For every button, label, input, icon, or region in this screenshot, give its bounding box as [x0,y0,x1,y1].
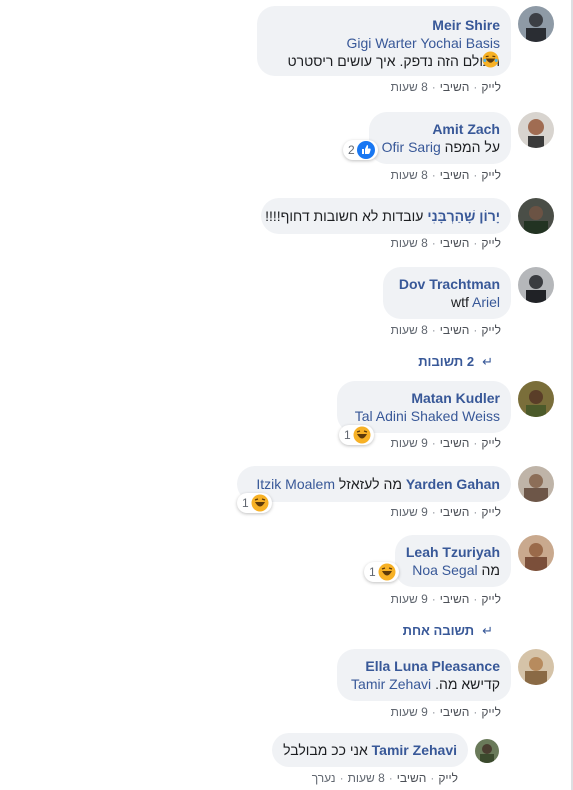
comment-time[interactable]: 8 שעות [391,323,428,337]
laugh-emoji-icon [482,51,499,68]
reply-link[interactable]: השיבי [440,168,470,182]
comment-bubble: Leah Tzuriyah מה Noa Segal [395,535,511,587]
comment-text: על המפה [444,139,500,155]
like-link[interactable]: לייק [481,80,501,94]
comment-meta: לייק·השיבי·8 שעות [390,80,501,94]
tagged-users[interactable]: Tal Adini Shaked Weiss [348,407,500,425]
view-replies-link[interactable]: ↵תשובה אחת [403,623,493,639]
avatar[interactable] [518,466,554,502]
comment-time[interactable]: 8 שעות [391,80,428,94]
comment-meta: לייק·השיבי·9 שעות [390,505,501,519]
reply-link[interactable]: השיבי [440,592,470,606]
tagged-user[interactable]: Noa Segal [412,562,477,578]
comment-bubble: Amit Zach על המפה Ofir Sarig [369,112,511,164]
reaction-count: 2 [348,143,355,157]
reply-link[interactable]: השיבי [440,236,470,250]
comment-time[interactable]: 9 שעות [391,592,428,606]
comment-bubble: Ella Luna Pleasance קדישא מה. Tamir Zeha… [337,649,511,701]
comment-text: מה לעזאזל [338,476,402,492]
like-link[interactable]: לייק [481,592,501,606]
view-replies-link[interactable]: ↵2 תשובות [418,354,493,370]
comment-bubble: Dov Trachtman wtf Ariel [383,267,511,319]
like-link[interactable]: לייק [438,771,458,785]
avatar[interactable] [518,381,554,417]
haha-icon [353,426,371,444]
comment-author[interactable]: Leah Tzuriyah [406,543,500,561]
avatar[interactable] [518,649,554,685]
reply-link[interactable]: השיבי [440,80,470,94]
comment-bubble: יָרוֹן שָׁהַרְבָּנִי עובדות לא חשובות דח… [261,198,511,234]
like-link[interactable]: לייק [481,323,501,337]
reply-link[interactable]: השיבי [397,771,427,785]
comment-time[interactable]: 8 שעות [391,236,428,250]
comment-meta: לייק·השיבי·8 שעות [390,323,501,337]
reply-link[interactable]: השיבי [440,505,470,519]
comment-bubble: Tamir Zehavi אני ככ מבולבל [272,733,468,767]
like-link[interactable]: לייק [481,168,501,182]
reaction-count: 1 [242,496,249,510]
comment-meta: לייק·השיבי·9 שעות [390,436,501,450]
tagged-user[interactable]: Ofir Sarig [382,139,441,155]
haha-icon [251,494,269,512]
comment-meta: לייק·השיבי·8 שעות·נערך [311,771,458,785]
reaction-count: 1 [369,565,376,579]
comment-text: העולם הזה נדפק. איך עושים ריסטרט [287,53,500,69]
comment-text: wtf [450,294,469,310]
reaction-summary[interactable]: 1 [237,493,272,513]
comment-meta: לייק·השיבי·8 שעות [390,168,501,182]
like-icon [356,141,375,159]
comment-bubble: Yarden Gahan מה לעזאזל Itzik Moalem [237,466,511,502]
reply-link[interactable]: השיבי [440,705,470,719]
comment-time[interactable]: 9 שעות [391,436,428,450]
comment-author[interactable]: Amit Zach [380,120,500,138]
comment-author[interactable]: Yarden Gahan [406,476,500,492]
edited-label[interactable]: נערך [312,771,336,785]
haha-icon [378,563,396,581]
reaction-summary[interactable]: 1 [339,425,374,445]
like-link[interactable]: לייק [481,505,501,519]
comment-author[interactable]: Meir Shire [268,16,500,34]
comment-text: אני ככ מבולבל [283,742,368,758]
comment-bubble: Meir Shire Gigi Warter Yochai Basis העול… [257,6,511,76]
reaction-summary[interactable]: 1 [364,562,399,582]
avatar[interactable] [518,535,554,571]
comment-time[interactable]: 9 שעות [391,705,428,719]
comment-author[interactable]: יָרוֹן שָׁהַרְבָּנִי [427,208,500,224]
comment-text: מה [481,562,501,578]
comment-text: עובדות לא חשובות דחוף!!!! [265,208,424,224]
tagged-user[interactable]: Itzik Moalem [256,476,335,492]
reply-arrow-icon: ↵ [482,354,493,369]
like-link[interactable]: לייק [481,236,501,250]
comment-time[interactable]: 8 שעות [391,168,428,182]
comment-meta: לייק·השיבי·9 שעות [390,705,501,719]
comment-time[interactable]: 9 שעות [391,505,428,519]
tagged-users[interactable]: Gigi Warter Yochai Basis [268,34,500,52]
avatar[interactable] [518,198,554,234]
like-link[interactable]: לייק [481,705,501,719]
avatar[interactable] [518,112,554,148]
comment-text: קדישא מה. [435,676,500,692]
reply-link[interactable]: השיבי [440,323,470,337]
comment-meta: לייק·השיבי·9 שעות [390,592,501,606]
like-link[interactable]: לייק [481,436,501,450]
comment-author[interactable]: Tamir Zehavi [372,742,457,758]
comments-thread: Meir Shire Gigi Warter Yochai Basis העול… [0,0,573,790]
reply-arrow-icon: ↵ [482,623,493,638]
avatar[interactable] [518,6,554,42]
avatar[interactable] [475,739,499,763]
comment-author[interactable]: Matan Kudler [348,389,500,407]
tagged-user[interactable]: Tamir Zehavi [351,676,431,692]
comment-time[interactable]: 8 שעות [348,771,385,785]
comment-author[interactable]: Ella Luna Pleasance [348,657,500,675]
comment-meta: לייק·השיבי·8 שעות [390,236,501,250]
reaction-summary[interactable]: 2 [343,140,378,160]
reply-link[interactable]: השיבי [440,436,470,450]
comment-author[interactable]: Dov Trachtman [394,275,500,293]
tagged-user[interactable]: Ariel [472,294,500,310]
reaction-count: 1 [344,428,351,442]
avatar[interactable] [518,267,554,303]
